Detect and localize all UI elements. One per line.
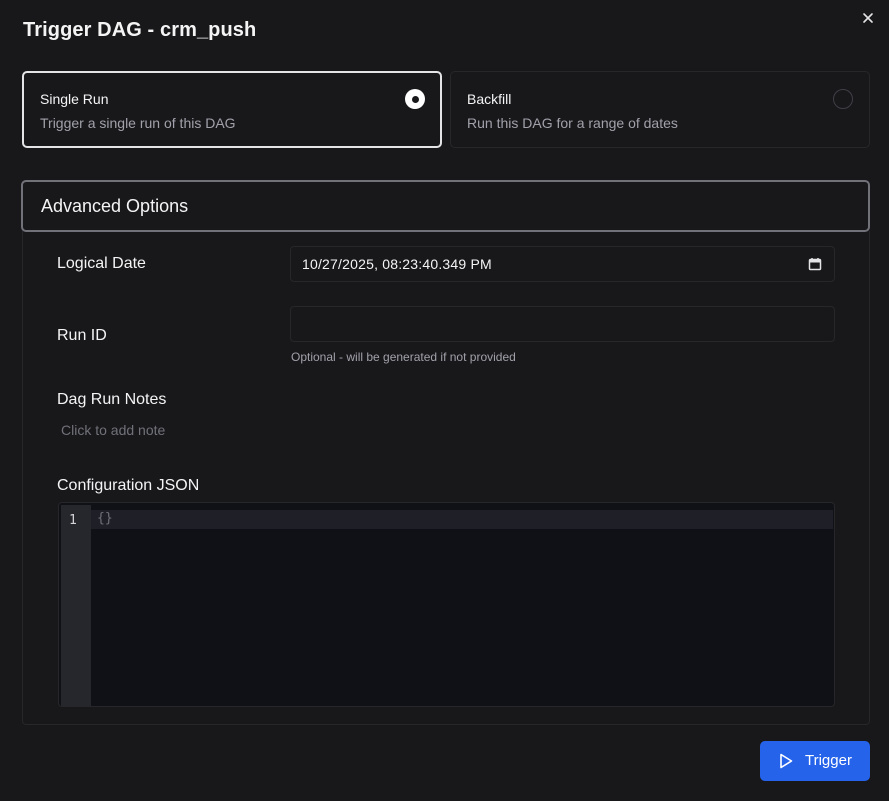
single-run-description: Trigger a single run of this DAG bbox=[40, 115, 236, 131]
run-id-label: Run ID bbox=[57, 327, 107, 344]
close-icon[interactable] bbox=[858, 8, 878, 28]
single-run-label: Single Run bbox=[40, 91, 109, 107]
logical-date-value: 10/27/2025, 08:23:40.349 PM bbox=[302, 256, 492, 272]
play-icon bbox=[779, 753, 793, 774]
run-id-helper-text: Optional - will be generated if not prov… bbox=[291, 350, 516, 364]
trigger-button[interactable]: Trigger bbox=[760, 741, 870, 781]
run-id-input[interactable] bbox=[290, 306, 835, 342]
active-line-highlight bbox=[91, 510, 833, 529]
backfill-description: Run this DAG for a range of dates bbox=[467, 115, 678, 131]
json-code[interactable]: {} bbox=[97, 511, 113, 526]
dag-run-notes-label: Dag Run Notes bbox=[57, 391, 167, 408]
backfill-option[interactable]: Backfill Run this DAG for a range of dat… bbox=[450, 71, 870, 148]
advanced-options-label: Advanced Options bbox=[41, 196, 189, 216]
single-run-option[interactable]: Single Run Trigger a single run of this … bbox=[22, 71, 442, 148]
advanced-options-toggle[interactable]: Advanced Options bbox=[21, 180, 870, 232]
configuration-json-label: Configuration JSON bbox=[57, 477, 200, 494]
logical-date-label: Logical Date bbox=[57, 255, 146, 272]
trigger-dag-dialog: Trigger DAG - crm_push Single Run Trigge… bbox=[0, 0, 889, 801]
backfill-label: Backfill bbox=[467, 91, 512, 107]
dialog-title: Trigger DAG - crm_push bbox=[23, 19, 257, 41]
line-number: 1 bbox=[69, 513, 77, 528]
trigger-button-label: Trigger bbox=[805, 752, 852, 769]
backfill-radio[interactable] bbox=[833, 89, 853, 109]
calendar-icon[interactable] bbox=[808, 257, 822, 271]
single-run-radio[interactable] bbox=[405, 89, 425, 109]
logical-date-input[interactable]: 10/27/2025, 08:23:40.349 PM bbox=[290, 246, 835, 282]
editor-gutter: 1 bbox=[61, 505, 91, 706]
configuration-json-editor[interactable]: 1 {} bbox=[58, 502, 835, 707]
add-note-placeholder[interactable]: Click to add note bbox=[61, 422, 165, 438]
